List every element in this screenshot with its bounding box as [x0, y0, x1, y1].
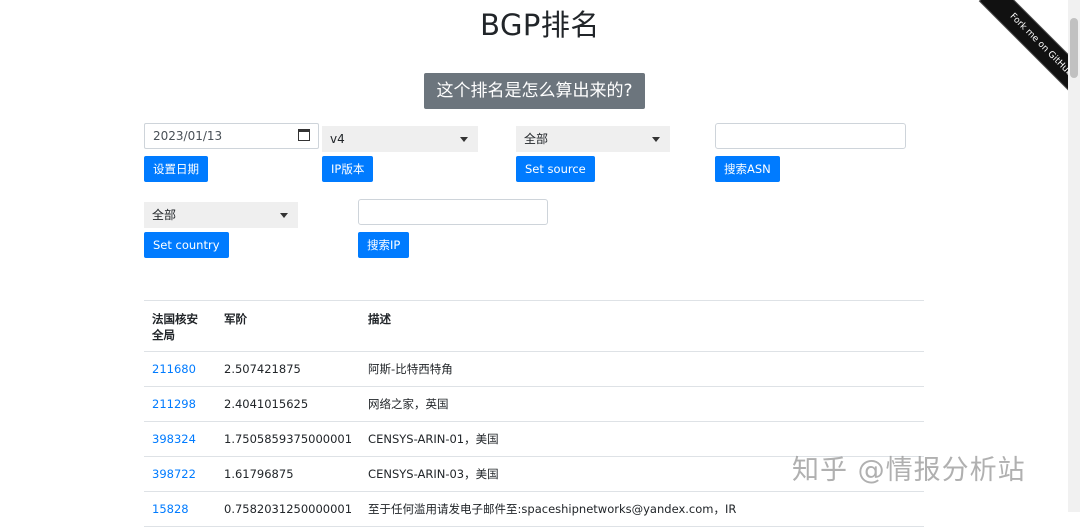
description-cell: 至于任何滥用请发电子邮件至:spaceshipnetworks@yandex.c… [360, 491, 924, 527]
date-input[interactable]: 2023/01/13 [144, 123, 319, 149]
scrollbar[interactable] [1068, 0, 1080, 512]
asn-cell[interactable]: 15828 [144, 491, 216, 527]
ip-version-selected: v4 [330, 132, 345, 146]
search-asn-button[interactable]: 搜索ASN [715, 156, 780, 182]
date-value: 2023/01/13 [153, 129, 223, 143]
source-select[interactable]: 全部 [516, 126, 670, 152]
github-ribbon[interactable]: Fork me on GitHub [970, 0, 1080, 110]
set-date-button[interactable]: 设置日期 [144, 156, 208, 182]
how-rank-computed-button[interactable]: 这个排名是怎么算出来的? [424, 73, 645, 109]
rank-cell: 1.7505859375000001 [216, 421, 361, 457]
ip-version-button[interactable]: IP版本 [322, 156, 374, 182]
table-row: 211298 2.4041015625 网络之家，英国 [144, 386, 924, 422]
ip-search-input[interactable] [358, 199, 548, 225]
rank-cell: 1.61796875 [216, 456, 361, 492]
set-source-button[interactable]: Set source [516, 156, 595, 182]
rank-cell: 2.507421875 [216, 351, 361, 387]
rank-cell: 2.4041015625 [216, 386, 361, 422]
description-cell: 阿斯-比特西特角 [360, 351, 924, 387]
scrollbar-thumb[interactable] [1070, 18, 1078, 78]
column-header-asn: 法国核安全局 [144, 300, 216, 352]
chevron-down-icon [652, 137, 660, 142]
asn-link[interactable]: 398722 [152, 467, 196, 481]
asn-cell[interactable]: 398324 [144, 421, 216, 457]
search-ip-button[interactable]: 搜索IP [358, 232, 410, 258]
table-row: 15828 0.7582031250000001 至于任何滥用请发电子邮件至:s… [144, 491, 924, 527]
asn-search-input[interactable] [715, 123, 906, 149]
calendar-icon[interactable] [298, 129, 310, 141]
github-ribbon-label[interactable]: Fork me on GitHub [978, 0, 1080, 108]
asn-link[interactable]: 398324 [152, 432, 196, 446]
country-selected: 全部 [152, 208, 177, 222]
ranking-table: 法国核安全局 军阶 描述 211680 2.507421875 阿斯-比特西特角… [144, 300, 924, 527]
asn-link[interactable]: 211680 [152, 362, 196, 376]
asn-cell[interactable]: 211680 [144, 351, 216, 387]
table-header-row: 法国核安全局 军阶 描述 [144, 300, 924, 352]
chevron-down-icon [460, 137, 468, 142]
asn-link[interactable]: 211298 [152, 397, 196, 411]
page-title: BGP排名 [480, 8, 600, 42]
description-cell: 网络之家，英国 [360, 386, 924, 422]
asn-cell[interactable]: 211298 [144, 386, 216, 422]
ip-version-select[interactable]: v4 [322, 126, 478, 152]
set-country-button[interactable]: Set country [144, 232, 229, 258]
rank-cell: 0.7582031250000001 [216, 491, 361, 527]
country-select[interactable]: 全部 [144, 202, 298, 228]
asn-link[interactable]: 15828 [152, 502, 189, 516]
column-header-rank: 军阶 [216, 300, 361, 352]
table-row: 211680 2.507421875 阿斯-比特西特角 [144, 351, 924, 387]
zhihu-watermark: 知乎 @情报分析站 [792, 455, 1026, 486]
asn-cell[interactable]: 398722 [144, 456, 216, 492]
chevron-down-icon [280, 213, 288, 218]
source-selected: 全部 [524, 132, 549, 146]
column-header-description: 描述 [360, 300, 924, 352]
